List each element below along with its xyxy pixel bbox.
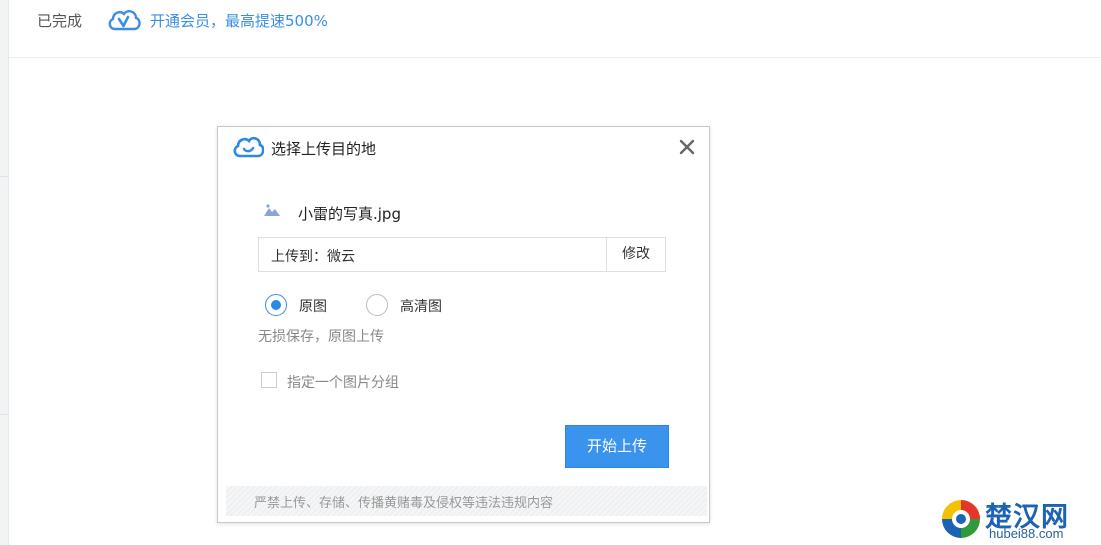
close-icon[interactable]: [677, 137, 697, 157]
destination-text: 上传到：微云: [271, 246, 355, 266]
start-upload-button[interactable]: 开始上传: [565, 425, 669, 468]
original-image-radio[interactable]: [265, 294, 287, 316]
topbar: 已完成 开通会员，最高提速500%: [9, 0, 1101, 58]
original-image-label[interactable]: 原图: [299, 296, 327, 316]
image-file-icon: [264, 204, 280, 216]
dialog-footer: 严禁上传、存储、传播黄赌毒及侵权等违法违规内容: [226, 486, 707, 516]
group-checkbox-label[interactable]: 指定一个图片分组: [287, 372, 399, 392]
group-checkbox[interactable]: [261, 372, 277, 388]
watermark: 楚汉网 hubei88.com: [939, 497, 1099, 543]
upload-destination-dialog: 选择上传目的地 小雷的写真.jpg 上传到：微云 修改 原图 高清图 无损保存，…: [217, 126, 710, 523]
dialog-title: 选择上传目的地: [271, 140, 377, 158]
footer-notice: 严禁上传、存储、传播黄赌毒及侵权等违法违规内容: [254, 496, 554, 511]
dialog-header: 选择上传目的地: [218, 127, 709, 167]
weiyun-vip-icon: [108, 10, 141, 31]
status-text: 已完成: [37, 12, 83, 30]
weiyun-cloud-icon: [233, 136, 264, 158]
quality-hint: 无损保存，原图上传: [258, 329, 384, 345]
hd-image-label[interactable]: 高清图: [400, 296, 442, 316]
vip-upgrade-link[interactable]: 开通会员，最高提速500%: [150, 10, 328, 31]
modify-button[interactable]: 修改: [606, 238, 665, 271]
watermark-subtitle: hubei88.com: [989, 526, 1064, 541]
hd-image-radio[interactable]: [366, 294, 388, 316]
rail-divider: [0, 414, 8, 415]
destination-prefix: 上传到：: [271, 249, 327, 265]
chuhan-logo: [942, 500, 980, 538]
destination-value: 微云: [327, 249, 355, 265]
file-name: 小雷的写真.jpg: [298, 205, 401, 223]
left-rail: [0, 0, 9, 545]
destination-field: 上传到：微云 修改: [258, 237, 666, 272]
rail-divider: [0, 176, 8, 177]
